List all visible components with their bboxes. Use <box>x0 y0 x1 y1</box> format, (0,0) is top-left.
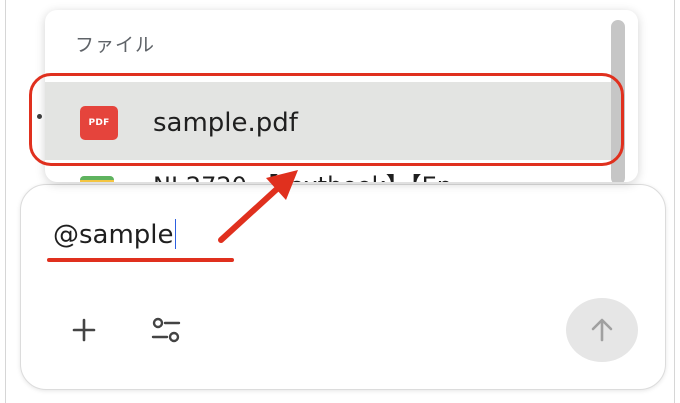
mention-dropdown: ファイル PDF sample.pdf NJ-2720 【Textbook】【E… <box>45 10 638 182</box>
prompt-composer[interactable] <box>20 184 666 390</box>
file-item-label: sample.pdf <box>153 108 298 138</box>
add-button[interactable] <box>64 310 104 350</box>
section-label: ファイル <box>75 34 156 56</box>
pdf-icon-label: PDF <box>88 118 110 128</box>
annotation-underline <box>47 258 234 262</box>
scrollbar-thumb[interactable] <box>611 20 625 182</box>
arrow-up-icon <box>591 318 613 342</box>
frame-right-border <box>674 0 675 403</box>
edge-dot <box>37 114 42 119</box>
frame-left-border <box>5 0 6 403</box>
prompt-input-text: @sample <box>53 220 174 250</box>
tune-icon <box>151 317 181 343</box>
pdf-icon: PDF <box>80 106 118 140</box>
text-caret <box>174 219 177 249</box>
tools-button[interactable] <box>146 310 186 350</box>
file-item-sample-pdf[interactable] <box>45 82 617 160</box>
document-icon <box>80 176 114 182</box>
plus-icon <box>72 318 96 342</box>
prompt-input[interactable]: @sample <box>53 218 177 252</box>
file-item-textbook[interactable]: NJ-2720 【Textbook】【En <box>45 160 617 182</box>
file-item-label: NJ-2720 【Textbook】【En <box>153 171 452 182</box>
send-button[interactable] <box>566 298 638 362</box>
